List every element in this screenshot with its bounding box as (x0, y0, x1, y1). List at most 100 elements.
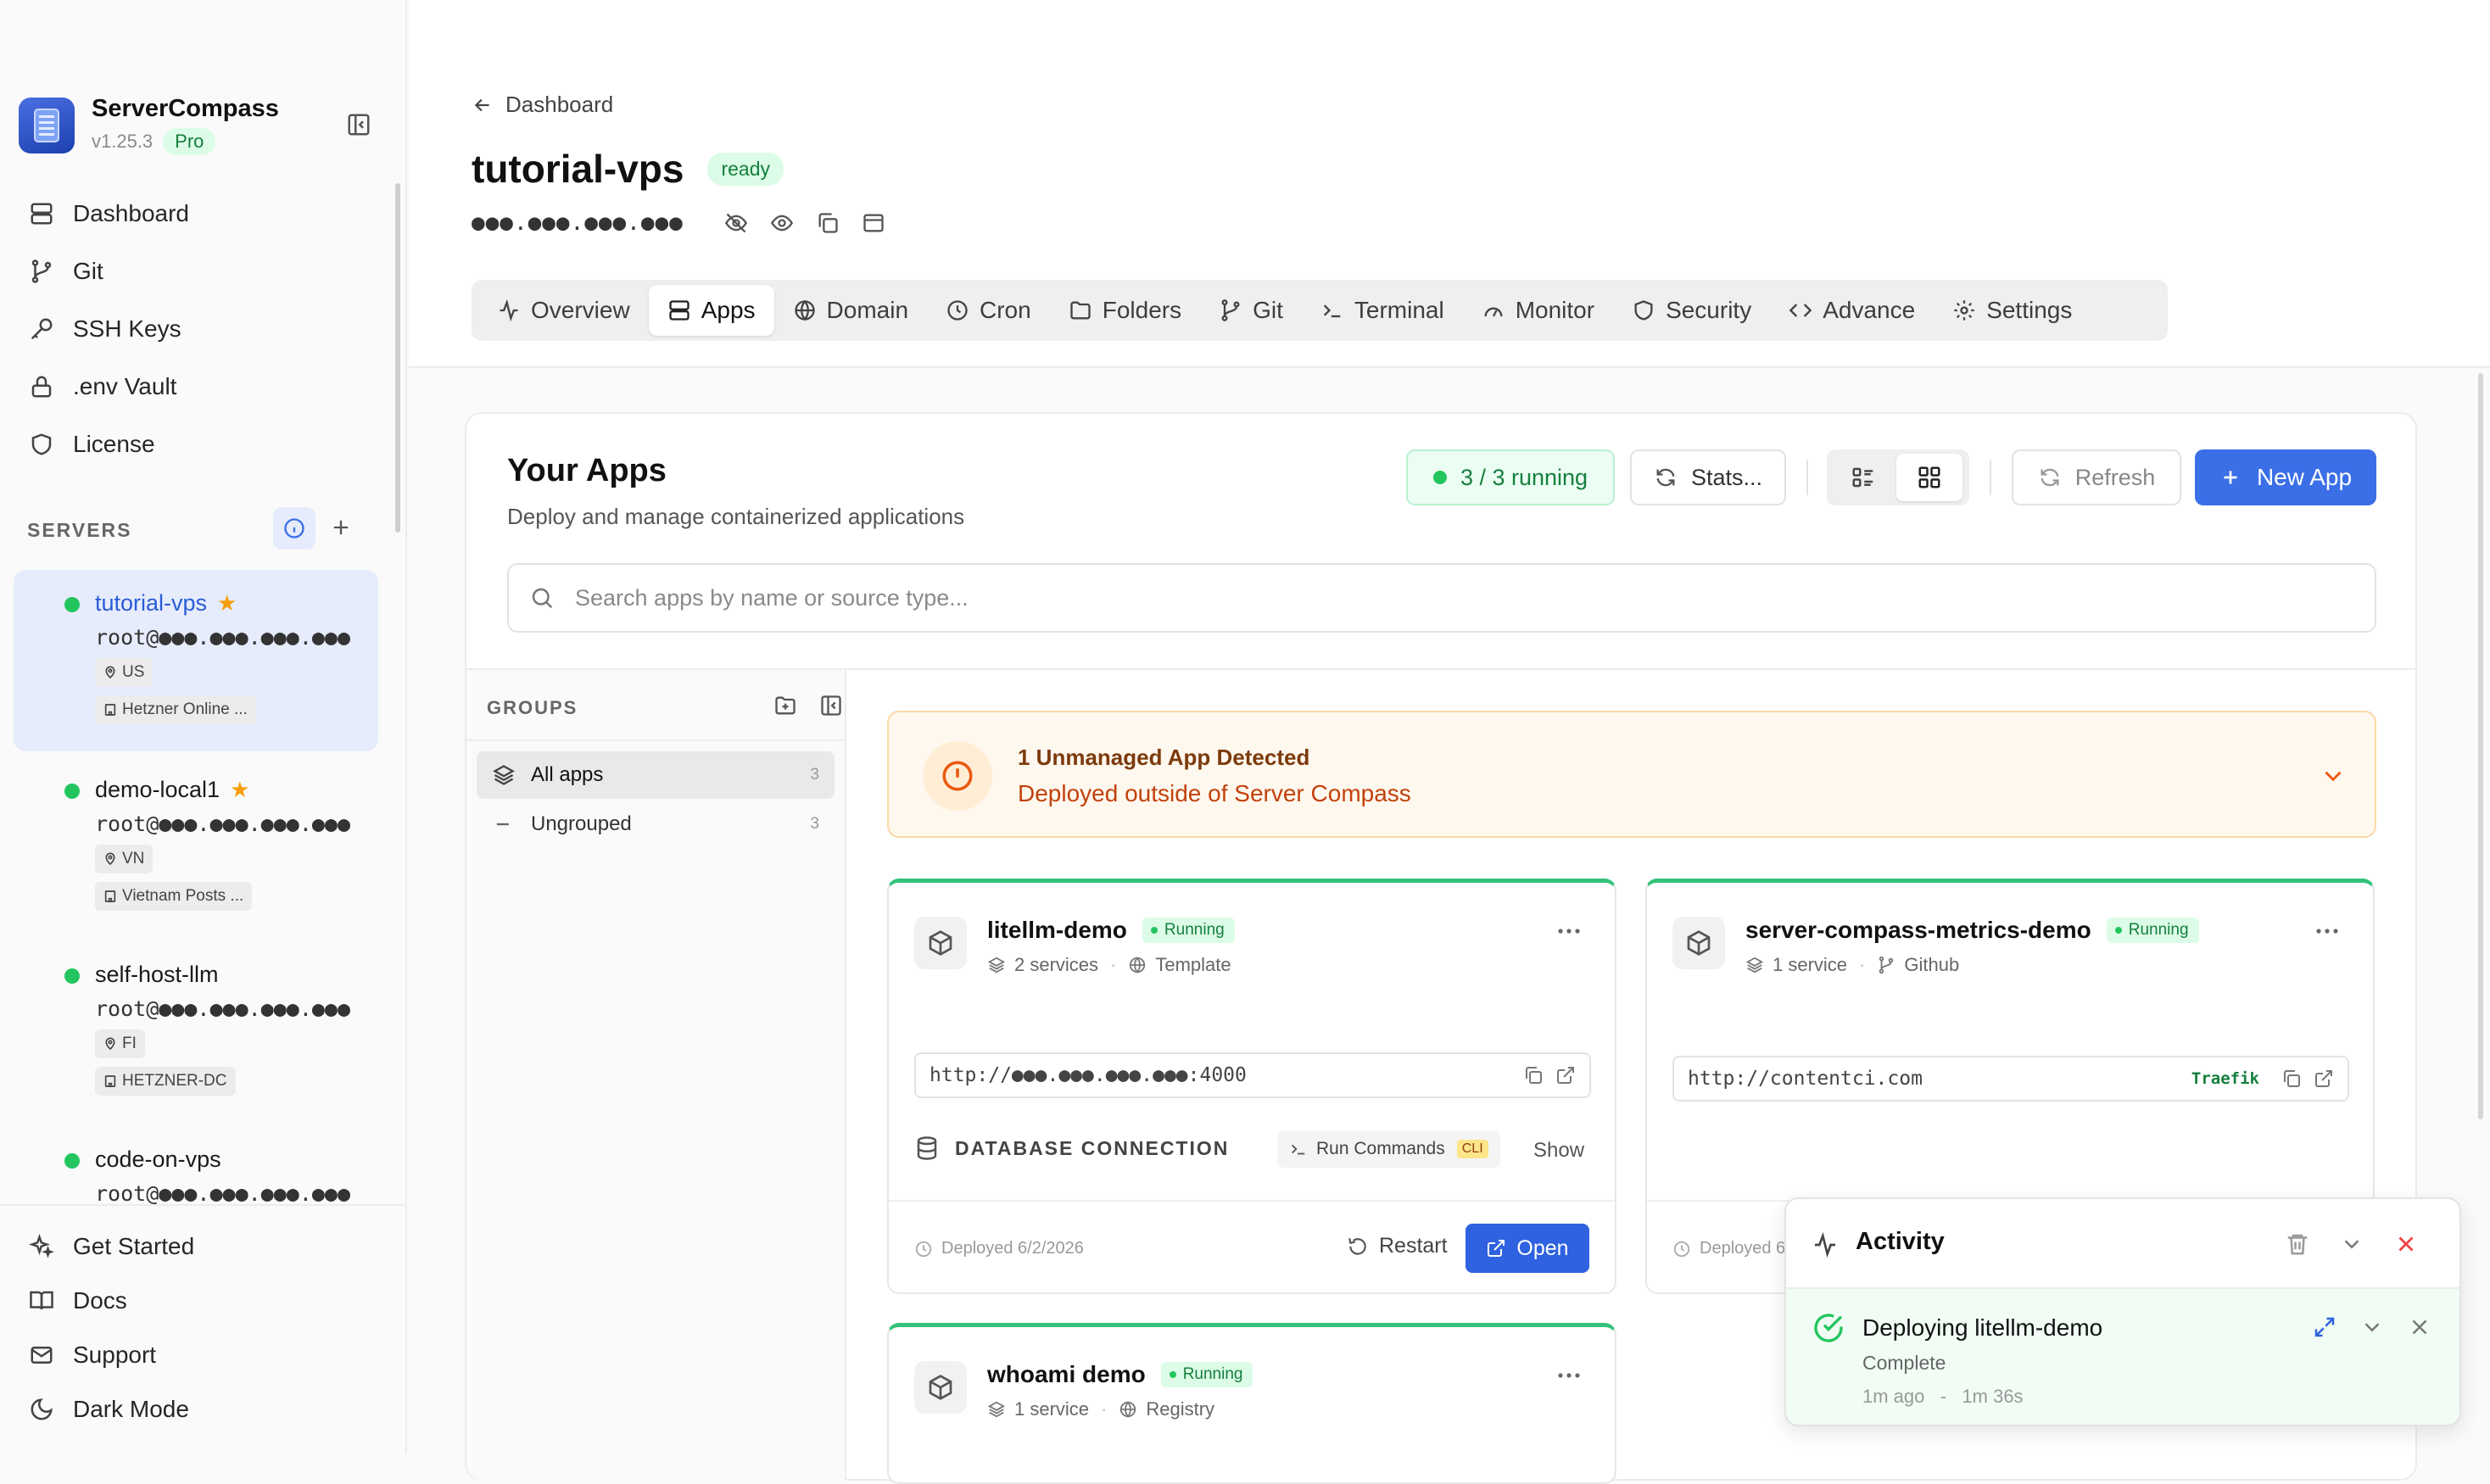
arrow-left-icon (474, 98, 489, 111)
divider (1806, 460, 1808, 495)
server-item-tutorial-vps[interactable]: tutorial-vps ★ root@●●●.●●●.●●●.●●● US H… (14, 570, 378, 751)
close-icon[interactable] (2407, 1314, 2432, 1340)
refresh-button[interactable]: Refresh (2012, 449, 2181, 505)
more-icon[interactable] (2315, 927, 2339, 935)
sidebar-item-get-started[interactable]: Get Started (29, 1230, 194, 1264)
sidebar-item-git[interactable]: Git (29, 254, 103, 288)
eye-off-icon[interactable] (724, 211, 748, 235)
info-icon[interactable] (273, 507, 315, 550)
chevron-down-icon[interactable] (2339, 1231, 2364, 1257)
group-label: Ungrouped (531, 812, 632, 835)
star-icon[interactable]: ★ (230, 777, 249, 803)
key-icon (31, 318, 53, 340)
moon-icon (31, 1398, 53, 1420)
grid-view-icon[interactable] (1896, 454, 1962, 501)
tab-terminal[interactable]: Terminal (1302, 285, 1463, 336)
search-icon (532, 588, 553, 609)
tab-settings[interactable]: Settings (1934, 285, 2091, 336)
browser-icon[interactable] (862, 211, 885, 235)
sidebar-scrollbar[interactable] (395, 183, 400, 533)
sidebar-item-label: Git (73, 258, 103, 284)
chevron-down-icon[interactable] (2359, 1314, 2385, 1340)
server-name: demo-local1 (95, 777, 221, 802)
tab-overview[interactable]: Overview (478, 285, 649, 336)
sidebar-item-env-vault[interactable]: .env Vault (29, 370, 176, 404)
clock-icon (915, 1241, 932, 1257)
stats-button[interactable]: Stats... (1630, 449, 1786, 505)
activity-item[interactable]: Deploying litellm-demo Complete 1m ago -… (1786, 1289, 2459, 1425)
open-button[interactable]: Open (1466, 1224, 1589, 1273)
country-chip: FI (95, 1029, 145, 1058)
brand[interactable]: ServerCompass v1.25.3 Pro (19, 95, 279, 155)
back-link[interactable]: Dashboard (472, 92, 613, 118)
page-title: tutorial-vps (472, 147, 684, 191)
star-icon[interactable]: ★ (217, 590, 237, 616)
status-dot (64, 968, 80, 984)
group-ungrouped[interactable]: Ungrouped 3 (477, 801, 835, 848)
external-link-icon[interactable] (1555, 1065, 1576, 1085)
app-card-litellm-demo[interactable]: litellm-demo Running 2 services · Templa… (887, 879, 1616, 1294)
tab-security[interactable]: Security (1613, 285, 1770, 336)
gear-icon (1954, 300, 1974, 321)
trash-icon[interactable] (2285, 1231, 2310, 1257)
layers-icon (1745, 957, 1764, 974)
deployed-date: Deployed 6/2/2026 (941, 1239, 1084, 1258)
unmanaged-app-alert[interactable]: 1 Unmanaged App Detected Deployed outsid… (887, 711, 2376, 838)
server-tabs: Overview Apps Domain Cron Folders Git Te… (472, 280, 2168, 341)
view-toggle (1827, 449, 1969, 505)
new-app-button[interactable]: New App (2195, 449, 2376, 505)
shield-icon (31, 433, 52, 455)
server-item-demo-local1[interactable]: demo-local1 ★ root@●●●.●●●.●●●.●●● VN Vi… (14, 756, 378, 938)
copy-icon[interactable] (1523, 1065, 1544, 1085)
eye-icon[interactable] (770, 211, 794, 235)
tab-git[interactable]: Git (1200, 285, 1302, 336)
tab-advance[interactable]: Advance (1770, 285, 1934, 336)
sidebar-item-dark-mode[interactable]: Dark Mode (29, 1392, 189, 1426)
group-all-apps[interactable]: All apps 3 (477, 751, 835, 799)
sidebar-item-support[interactable]: Support (29, 1338, 156, 1372)
expand-icon[interactable] (2312, 1314, 2337, 1340)
sidebar-collapse-icon[interactable] (346, 112, 371, 137)
server-name: self-host-llm (95, 962, 219, 987)
status-dot (64, 784, 80, 799)
tab-domain[interactable]: Domain (774, 285, 927, 336)
more-icon[interactable] (1557, 1371, 1581, 1380)
external-link-icon[interactable] (2314, 1068, 2334, 1089)
restart-button[interactable]: Restart (1347, 1234, 1448, 1258)
plan-badge: Pro (163, 128, 216, 155)
collapse-groups-icon[interactable] (819, 694, 843, 717)
run-commands-button[interactable]: Run Commands CLI (1277, 1130, 1500, 1168)
server-item-code-on-vps[interactable]: code-on-vps root@●●●.●●●.●●●.●●● (14, 1126, 378, 1204)
app-url: http://contentci.com Traefik (1672, 1056, 2349, 1102)
list-view-icon[interactable] (1830, 454, 1896, 501)
copy-icon[interactable] (816, 211, 840, 235)
provider-chip: Hetzner Online ... (95, 695, 256, 724)
activity-icon (1812, 1231, 1839, 1258)
groups-sidebar: GROUPS All apps 3 Ungrouped 3 (466, 670, 846, 1481)
new-folder-icon[interactable] (773, 694, 797, 717)
sidebar-item-license[interactable]: License (29, 427, 155, 461)
divider (889, 1200, 1615, 1202)
add-server-icon[interactable] (329, 516, 353, 539)
chevron-down-icon[interactable] (2319, 762, 2348, 790)
tab-cron[interactable]: Cron (927, 285, 1050, 336)
building-icon (104, 704, 116, 716)
main-scrollbar[interactable] (2478, 373, 2483, 1119)
close-icon[interactable] (2393, 1231, 2419, 1257)
sidebar-item-dashboard[interactable]: Dashboard (29, 197, 189, 231)
copy-icon[interactable] (2281, 1068, 2302, 1089)
tab-apps[interactable]: Apps (648, 285, 774, 336)
service-count: 2 services (1014, 954, 1099, 975)
server-stack-icon (669, 300, 689, 321)
status-badge: Running (1142, 918, 1235, 943)
tab-monitor[interactable]: Monitor (1463, 285, 1613, 336)
tab-folders[interactable]: Folders (1050, 285, 1200, 336)
show-button[interactable]: Show (1533, 1139, 1584, 1163)
sidebar-item-docs[interactable]: Docs (29, 1284, 127, 1318)
search-input[interactable] (575, 584, 2186, 611)
sidebar-item-ssh-keys[interactable]: SSH Keys (29, 312, 181, 346)
more-icon[interactable] (1557, 927, 1581, 935)
layers-icon (987, 1401, 1006, 1418)
app-card-whoami-demo[interactable]: whoami demo Running 1 service · Registry (887, 1323, 1616, 1484)
server-item-self-host-llm[interactable]: self-host-llm root@●●●.●●●.●●●.●●● FI HE… (14, 941, 378, 1123)
